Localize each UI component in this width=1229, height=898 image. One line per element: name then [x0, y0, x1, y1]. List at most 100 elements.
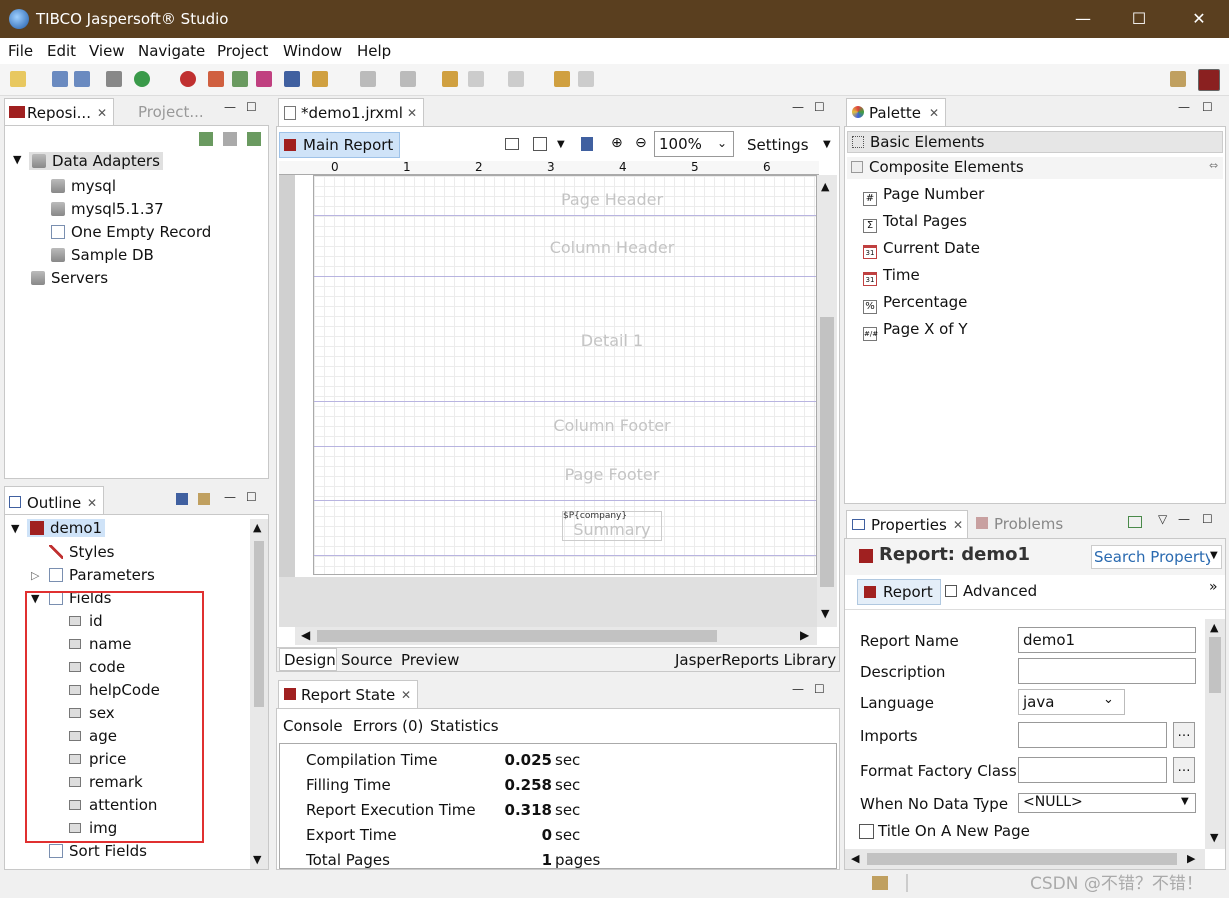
scroll-thumb[interactable] — [254, 541, 264, 707]
tree-item[interactable]: One Empty Record — [51, 223, 211, 241]
expand-arrow-icon[interactable]: ▼ — [13, 153, 21, 166]
format-factory-field[interactable] — [1018, 757, 1167, 783]
zoom-in-icon[interactable]: ⊕ — [611, 135, 623, 151]
palette-tab[interactable]: Palette ✕ — [846, 98, 946, 126]
band-summary[interactable]: Summary — [314, 520, 816, 539]
title-new-page-checkbox[interactable] — [859, 824, 874, 839]
report-state-tab[interactable]: Report State ✕ — [278, 680, 418, 708]
editor-tab[interactable]: *demo1.jrxml ✕ — [278, 98, 424, 126]
close-tab-icon[interactable]: ✕ — [87, 496, 97, 510]
outline-tab[interactable]: Outline ✕ — [4, 486, 104, 516]
pin-view-icon[interactable] — [1128, 516, 1142, 528]
menu-edit[interactable]: Edit — [47, 42, 76, 60]
palette-composite-elements[interactable]: Composite Elements ⇔ — [847, 157, 1223, 179]
menu-file[interactable]: File — [8, 42, 33, 60]
maximize-icon[interactable]: ☐ — [814, 682, 825, 696]
problems-tab[interactable]: Problems — [994, 515, 1063, 533]
palette-item-current-date[interactable]: 31 Current Date — [863, 239, 980, 259]
palette-item-page-number[interactable]: # Page Number — [863, 185, 984, 206]
publish-icon[interactable] — [284, 71, 300, 87]
zoom-select[interactable]: 100% ⌄ — [654, 131, 734, 157]
tree-item[interactable]: Sample DB — [51, 246, 154, 264]
minimize-icon[interactable]: — — [1178, 512, 1190, 526]
palette-item-time[interactable]: 31 Time — [863, 266, 920, 286]
format-factory-browse-button[interactable]: … — [1173, 757, 1195, 783]
outline-scrollbar[interactable]: ▲ ▼ — [250, 519, 268, 869]
debug-icon[interactable] — [180, 71, 196, 87]
last-edit-icon[interactable] — [442, 71, 458, 87]
minimize-icon[interactable]: — — [792, 682, 804, 696]
outline-parameters[interactable]: Parameters — [49, 566, 155, 584]
language-select[interactable]: java ⌄ — [1018, 689, 1125, 715]
print-icon[interactable] — [106, 71, 122, 87]
save-all-icon[interactable] — [74, 71, 90, 87]
tools-icon[interactable] — [312, 71, 328, 87]
imports-browse-button[interactable]: … — [1173, 722, 1195, 748]
close-button[interactable]: ✕ — [1169, 0, 1229, 38]
view-menu-icon[interactable] — [198, 493, 210, 505]
report-name-field[interactable]: demo1 — [1018, 627, 1196, 653]
scroll-thumb[interactable] — [867, 853, 1177, 865]
scroll-down-icon[interactable]: ▼ — [253, 853, 261, 866]
close-tab-icon[interactable]: ✕ — [97, 106, 107, 120]
advanced-subtab[interactable]: Advanced — [963, 582, 1037, 600]
imports-field[interactable] — [1018, 722, 1167, 748]
band-column-footer[interactable]: Column Footer — [314, 416, 816, 435]
next-annotation-icon[interactable] — [360, 71, 376, 87]
open-perspective-icon[interactable] — [1170, 71, 1186, 87]
add-server-icon[interactable] — [247, 132, 261, 146]
scroll-down-icon[interactable]: ▼ — [821, 607, 829, 620]
properties-horizontal-scrollbar[interactable]: ◀ ▶ — [845, 849, 1205, 869]
band-detail[interactable]: Detail 1 — [314, 331, 816, 350]
layout-icon[interactable] — [505, 138, 519, 150]
new-data-adapter-icon[interactable] — [199, 132, 213, 146]
band-page-header[interactable]: Page Header — [314, 190, 816, 209]
palette-item-total-pages[interactable]: Σ Total Pages — [863, 212, 967, 233]
export-icon[interactable] — [581, 137, 593, 151]
scroll-right-icon[interactable]: ▶ — [800, 628, 809, 642]
menu-project[interactable]: Project — [217, 42, 268, 60]
maximize-icon[interactable]: ☐ — [1202, 100, 1213, 114]
maximize-icon[interactable]: ☐ — [246, 100, 257, 114]
main-report-tab[interactable]: Main Report — [279, 132, 400, 158]
new-icon[interactable] — [10, 71, 26, 87]
band-column-header[interactable]: Column Header — [314, 238, 816, 257]
scroll-up-icon[interactable]: ▲ — [253, 521, 261, 534]
scroll-down-icon[interactable]: ▼ — [1210, 831, 1218, 844]
source-tab[interactable]: Source — [341, 651, 393, 669]
search-property-input[interactable]: Search Property ▼ — [1091, 545, 1222, 569]
minimize-button[interactable]: — — [1053, 0, 1113, 38]
redo-icon[interactable] — [578, 71, 594, 87]
repository-tab[interactable]: Reposi... ✕ — [4, 98, 114, 126]
pin-icon[interactable]: ⇔ — [1209, 159, 1218, 172]
scroll-right-icon[interactable]: ▶ — [1187, 852, 1195, 865]
close-tab-icon[interactable]: ✕ — [953, 518, 963, 532]
tree-item[interactable]: mysql — [51, 177, 116, 195]
tree-data-adapters[interactable]: Data Adapters — [29, 152, 163, 170]
project-explorer-tab[interactable]: Project... — [138, 103, 204, 121]
palette-item-percentage[interactable]: % Percentage — [863, 293, 967, 314]
dropdown-arrow-icon[interactable]: ▼ — [557, 139, 565, 150]
outline-styles[interactable]: Styles — [49, 543, 115, 561]
minimize-icon[interactable]: — — [224, 490, 236, 504]
preview-tab[interactable]: Preview — [401, 651, 459, 669]
run-icon[interactable] — [134, 71, 150, 87]
scroll-up-icon[interactable]: ▲ — [1210, 621, 1218, 634]
new-report-icon[interactable] — [208, 71, 224, 87]
properties-tab[interactable]: Properties ✕ — [846, 510, 968, 538]
dataset-icon[interactable] — [533, 137, 547, 151]
properties-vertical-scrollbar[interactable]: ▲ ▼ — [1205, 619, 1225, 849]
save-icon[interactable] — [52, 71, 68, 87]
report-canvas[interactable]: Page Header Column Header Detail 1 Colum… — [313, 175, 817, 575]
undo-icon[interactable] — [554, 71, 570, 87]
report-subtab[interactable]: Report — [857, 579, 941, 605]
errors-tab[interactable]: Errors (0) — [353, 717, 423, 735]
back-icon[interactable] — [468, 71, 484, 87]
minimize-icon[interactable]: — — [1178, 100, 1190, 114]
design-tab[interactable]: Design — [279, 648, 337, 671]
no-data-type-select[interactable]: <NULL> ▼ — [1018, 793, 1196, 813]
designer-horizontal-scrollbar[interactable]: ◀ ▶ — [295, 627, 817, 645]
scroll-left-icon[interactable]: ◀ — [851, 852, 859, 865]
scroll-thumb[interactable] — [317, 630, 717, 642]
collapse-all-icon[interactable] — [176, 493, 188, 505]
